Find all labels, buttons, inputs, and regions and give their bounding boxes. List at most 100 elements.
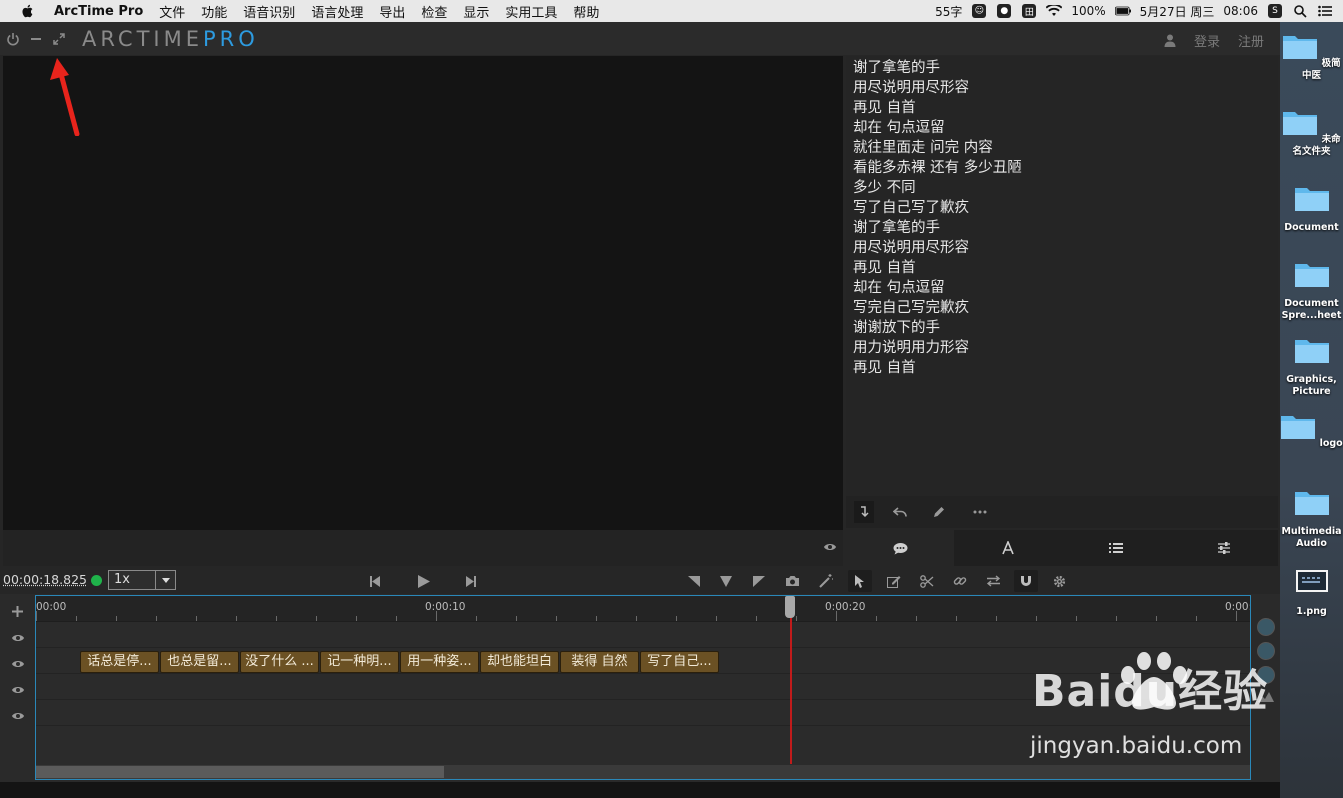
subtitle-line[interactable]: 谢了拿笔的手 (853, 58, 1271, 78)
menu-display[interactable]: 显示 (463, 2, 489, 21)
eye-icon[interactable] (11, 711, 25, 721)
playhead-handle[interactable] (785, 596, 795, 618)
desktop-folder[interactable]: 极简中医 (1280, 32, 1343, 82)
playback-speed-select[interactable]: 1x (108, 570, 176, 590)
subtitle-line[interactable]: 谢了拿笔的手 (853, 218, 1271, 238)
add-track-icon[interactable] (12, 606, 23, 617)
subtitle-text-panel[interactable]: 谢了拿笔的手 用尽说明用尽形容 再见 自首 却在 句点逗留 就往里面走 问完 内… (846, 56, 1278, 496)
sogou-icon[interactable]: S (1267, 3, 1283, 19)
minimize-icon[interactable] (29, 32, 43, 46)
subtitle-line[interactable]: 却在 句点逗留 (853, 118, 1271, 138)
edit-tool-icon[interactable] (886, 573, 902, 589)
date-display[interactable]: 5月27日 周三 (1140, 3, 1215, 20)
power-icon[interactable] (6, 32, 20, 46)
subtitle-line[interactable]: 再见 自首 (853, 98, 1271, 118)
desktop-folder[interactable]: Multimedia Audio (1280, 488, 1343, 550)
menu-file[interactable]: 文件 (159, 2, 185, 21)
skip-forward-icon[interactable] (463, 573, 479, 589)
select-tool-icon[interactable] (848, 570, 872, 592)
current-timecode[interactable]: 00:00:18.825 (3, 572, 87, 587)
desktop-folder[interactable]: 未命名文件夹 (1280, 108, 1343, 158)
link-icon[interactable] (952, 573, 968, 589)
microphone-icon[interactable]: ● (996, 3, 1012, 19)
playhead[interactable] (790, 596, 792, 764)
menu-language-processing[interactable]: 语言处理 (311, 2, 363, 21)
subtitle-line[interactable]: 谢谢放下的手 (853, 318, 1271, 338)
undo-icon[interactable] (892, 504, 908, 520)
wifi-icon[interactable] (1046, 3, 1063, 19)
camera-icon[interactable] (784, 573, 800, 589)
desktop-folder[interactable]: Document (1280, 184, 1343, 234)
desktop-folder[interactable]: Graphics, Picture (1280, 336, 1343, 398)
import-arrow-icon[interactable] (854, 501, 874, 523)
subtitle-line[interactable]: 用尽说明用尽形容 (853, 238, 1271, 258)
eye-icon[interactable] (11, 633, 25, 643)
menu-check[interactable]: 检查 (421, 2, 447, 21)
menu-app-name[interactable]: ArcTime Pro (54, 4, 143, 19)
desktop-folder[interactable]: Document Spre...heet (1280, 260, 1343, 322)
menu-help[interactable]: 帮助 (573, 2, 599, 21)
subtitle-line[interactable]: 用尽说明用尽形容 (853, 78, 1271, 98)
battery-icon[interactable] (1114, 3, 1131, 19)
subtitle-line[interactable]: 用力说明用力形容 (853, 338, 1271, 358)
magnet-icon[interactable] (1014, 570, 1038, 592)
eye-icon[interactable] (11, 685, 25, 695)
subtitle-clip[interactable]: 记一种明... (320, 651, 399, 673)
scissors-icon[interactable] (919, 573, 935, 589)
subtitle-clip[interactable]: 也总是留... (160, 651, 239, 673)
subtitle-clip[interactable]: 却也能坦白 (480, 651, 559, 673)
time-display[interactable]: 08:06 (1223, 4, 1258, 18)
ruler-label: 00:00 (36, 601, 67, 613)
skip-back-icon[interactable] (367, 573, 383, 589)
subtitle-line[interactable]: 写完自己写完歉疚 (853, 298, 1271, 318)
tab-subtitles[interactable] (846, 530, 954, 566)
tab-style[interactable] (954, 530, 1062, 566)
menu-function[interactable]: 功能 (201, 2, 227, 21)
subtitle-clip[interactable]: 话总是停... (80, 651, 159, 673)
more-options-icon[interactable] (972, 504, 988, 520)
tab-list[interactable] (1062, 530, 1170, 566)
zoom-knob-icon[interactable] (1257, 618, 1275, 636)
gear-icon[interactable] (1051, 573, 1067, 589)
magic-wand-icon[interactable] (818, 573, 834, 589)
menu-export[interactable]: 导出 (379, 2, 405, 21)
eye-icon[interactable] (11, 659, 25, 669)
time-ruler[interactable]: 00:00 0:00:10 0:00:20 0:00: (36, 596, 1250, 622)
subtitle-line[interactable]: 就往里面走 问完 内容 (853, 138, 1271, 158)
menu-tools[interactable]: 实用工具 (505, 2, 557, 21)
ruler-tick (956, 616, 957, 621)
swap-icon[interactable] (985, 573, 1001, 589)
desktop-file[interactable]: 1.png (1280, 568, 1343, 618)
subtitle-clip[interactable]: 写了自己... (640, 651, 719, 673)
menu-speech-recognition[interactable]: 语音识别 (243, 2, 295, 21)
subtitle-line[interactable]: 写了自己写了歉疚 (853, 198, 1271, 218)
fullscreen-icon[interactable] (52, 32, 66, 46)
mark-in-icon[interactable] (686, 573, 702, 589)
paw-logo-icon (1121, 652, 1187, 710)
subtitle-line[interactable]: 看能多赤裸 还有 多少丑陋 (853, 158, 1271, 178)
subtitle-clip[interactable]: 用一种姿... (400, 651, 479, 673)
desktop-folder[interactable]: logo (1280, 412, 1343, 450)
mark-point-icon[interactable] (718, 573, 734, 589)
eye-icon[interactable] (823, 542, 837, 552)
mark-out-icon[interactable] (751, 573, 767, 589)
subtitle-line[interactable]: 再见 自首 (853, 358, 1271, 378)
subtitle-line[interactable]: 却在 句点逗留 (853, 278, 1271, 298)
subtitle-line[interactable]: 再见 自首 (853, 258, 1271, 278)
video-preview[interactable] (3, 56, 843, 530)
play-icon[interactable] (416, 573, 432, 589)
input-method-icon[interactable]: 田 (1021, 3, 1037, 19)
smiley-icon[interactable]: ☺ (971, 3, 987, 19)
spotlight-search-icon[interactable] (1292, 3, 1308, 19)
subtitle-clip[interactable]: 装得 自然 (560, 651, 639, 673)
notification-center-icon[interactable] (1317, 3, 1333, 19)
track-1[interactable] (36, 622, 1250, 648)
scrollbar-thumb[interactable] (36, 766, 444, 778)
subtitle-line[interactable]: 多少 不同 (853, 178, 1271, 198)
register-button[interactable]: 注册 (1238, 31, 1264, 50)
login-button[interactable]: 登录 (1194, 31, 1220, 50)
tab-settings[interactable] (1170, 530, 1278, 566)
subtitle-clip[interactable]: 没了什么 ... (240, 651, 319, 673)
pencil-icon[interactable] (931, 504, 947, 520)
apple-menu-icon[interactable] (20, 3, 36, 19)
